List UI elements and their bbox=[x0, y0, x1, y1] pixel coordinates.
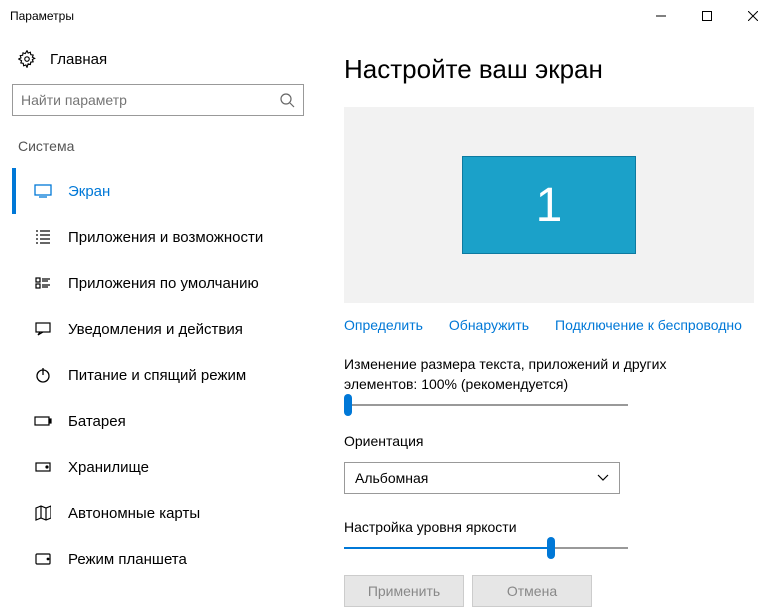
battery-icon bbox=[34, 416, 52, 426]
sidebar-item-default-apps[interactable]: Приложения по умолчанию bbox=[12, 260, 320, 306]
display-icon bbox=[34, 184, 52, 198]
storage-icon bbox=[34, 462, 52, 472]
sidebar-item-label: Хранилище bbox=[68, 459, 149, 476]
identify-link[interactable]: Определить bbox=[344, 317, 423, 333]
sidebar-item-tablet[interactable]: Режим планшета bbox=[12, 536, 320, 582]
minimize-button[interactable] bbox=[638, 0, 684, 32]
default-apps-icon bbox=[34, 275, 52, 291]
brightness-slider[interactable] bbox=[344, 547, 628, 549]
apps-icon bbox=[34, 229, 52, 245]
display-preview: 1 bbox=[344, 107, 754, 303]
apply-button: Применить bbox=[344, 575, 464, 607]
sidebar-item-label: Автономные карты bbox=[68, 505, 200, 522]
maps-icon bbox=[34, 505, 52, 521]
sidebar-item-apps[interactable]: Приложения и возможности bbox=[12, 214, 320, 260]
search-input[interactable] bbox=[12, 84, 304, 116]
sidebar-item-label: Экран bbox=[68, 183, 110, 200]
home-button[interactable]: Главная bbox=[12, 44, 320, 84]
sidebar-item-display[interactable]: Экран bbox=[12, 168, 320, 214]
sidebar-item-maps[interactable]: Автономные карты bbox=[12, 490, 320, 536]
window-title: Параметры bbox=[10, 9, 638, 23]
search-field[interactable] bbox=[21, 92, 279, 108]
sidebar-item-label: Приложения и возможности bbox=[68, 229, 263, 246]
maximize-button[interactable] bbox=[684, 0, 730, 32]
sidebar-item-power[interactable]: Питание и спящий режим bbox=[12, 352, 320, 398]
chevron-down-icon bbox=[597, 474, 609, 482]
sidebar-item-battery[interactable]: Батарея bbox=[12, 398, 320, 444]
gear-icon bbox=[18, 50, 36, 68]
sidebar-item-storage[interactable]: Хранилище bbox=[12, 444, 320, 490]
slider-thumb[interactable] bbox=[547, 537, 555, 559]
detect-link[interactable]: Обнаружить bbox=[449, 317, 529, 333]
monitor-1[interactable]: 1 bbox=[462, 156, 636, 254]
sidebar-item-label: Батарея bbox=[68, 413, 126, 430]
sidebar-item-label: Питание и спящий режим bbox=[68, 367, 246, 384]
orientation-select[interactable]: Альбомная bbox=[344, 462, 620, 494]
orientation-label: Ориентация bbox=[344, 432, 724, 452]
cancel-button: Отмена bbox=[472, 575, 592, 607]
section-title: Система bbox=[18, 138, 320, 154]
tablet-icon bbox=[34, 553, 52, 565]
sidebar-item-label: Режим планшета bbox=[68, 551, 187, 568]
power-icon bbox=[34, 367, 52, 383]
scale-label: Изменение размера текста, приложений и д… bbox=[344, 355, 724, 394]
sidebar-item-label: Уведомления и действия bbox=[68, 321, 243, 338]
page-title: Настройте ваш экран bbox=[344, 54, 756, 85]
brightness-label: Настройка уровня яркости bbox=[344, 518, 724, 538]
notifications-icon bbox=[34, 322, 52, 336]
sidebar-item-label: Приложения по умолчанию bbox=[68, 275, 259, 292]
wireless-link[interactable]: Подключение к беспроводно bbox=[555, 317, 742, 333]
slider-thumb[interactable] bbox=[344, 394, 352, 416]
scale-slider[interactable] bbox=[344, 404, 628, 406]
sidebar-item-notifications[interactable]: Уведомления и действия bbox=[12, 306, 320, 352]
home-label: Главная bbox=[50, 51, 107, 68]
close-button[interactable] bbox=[730, 0, 776, 32]
search-icon bbox=[279, 92, 295, 108]
orientation-value: Альбомная bbox=[355, 470, 428, 486]
